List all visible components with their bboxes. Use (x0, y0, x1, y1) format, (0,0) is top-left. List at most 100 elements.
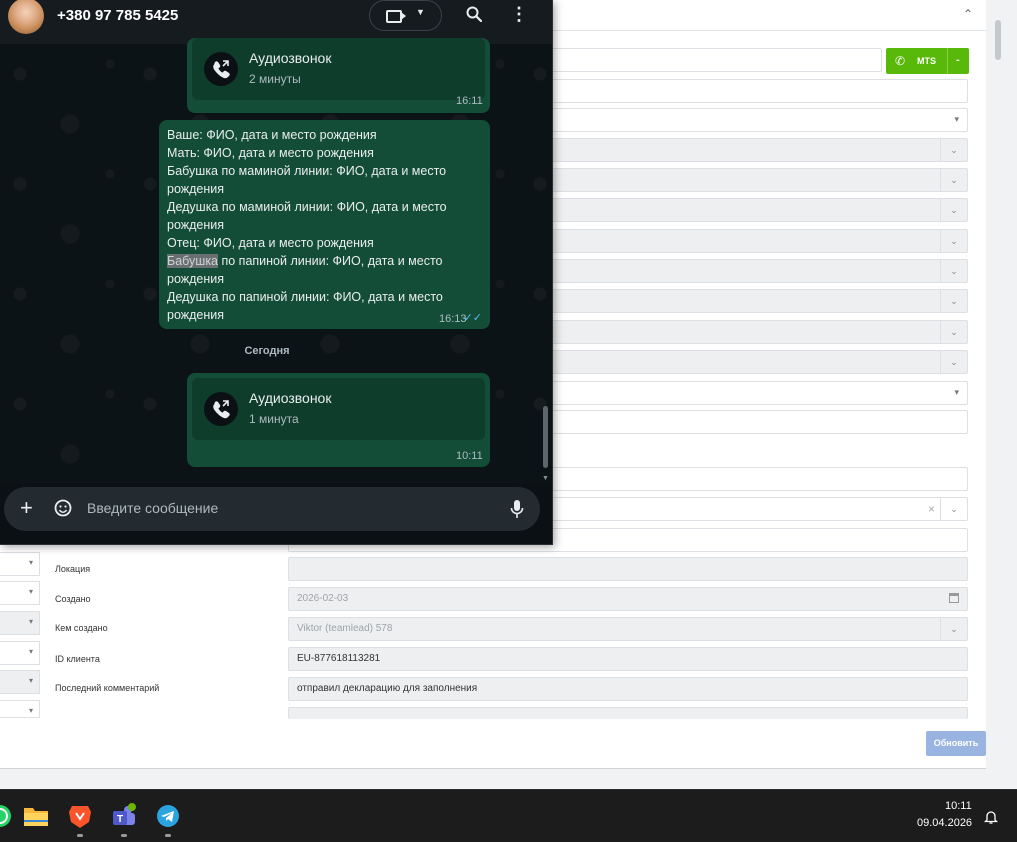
caret-down-icon: ▾ (28, 706, 33, 715)
caret-down-icon: ▾ (28, 587, 33, 596)
whatsapp-window: +380 97 785 5425 ▼ ⋮ Аудиозвонок 2 минут… (0, 0, 553, 545)
message-time: 16:11 (456, 95, 483, 107)
running-indicator (121, 834, 127, 837)
search-icon[interactable] (466, 6, 482, 22)
scroll-thumb[interactable] (995, 20, 1001, 60)
message-time: 10:11 (456, 450, 483, 462)
created-date-field[interactable]: 2026-02-03 (288, 587, 968, 611)
phone-call-icon (204, 392, 238, 426)
message-input[interactable]: Введите сообщение (87, 500, 218, 516)
video-call-icon (386, 10, 406, 23)
message-time: 16:13 (439, 313, 467, 325)
created-by-field[interactable]: Viktor (teamlead) 578 ⌄ (288, 617, 968, 641)
call-duration: 2 минуты (249, 72, 301, 86)
running-indicator (77, 834, 83, 837)
mic-icon[interactable] (510, 499, 524, 519)
update-button[interactable]: Обновить (926, 731, 986, 756)
chevron-down-icon: ⌄ (940, 351, 967, 373)
date-separator: Сегодня (244, 345, 290, 357)
caret-down-icon: ▾ (28, 647, 33, 656)
call-title: Аудиозвонок (249, 50, 332, 66)
message-line: Мать: ФИО, дата и место рождения (167, 146, 374, 160)
client-id-label: ID клиента (55, 654, 100, 664)
message-bubble[interactable]: Ваше: ФИО, дата и место рождения Мать: Ф… (159, 120, 490, 329)
message-line: Ваше: ФИО, дата и место рождения (167, 128, 377, 142)
location-label: Локация (55, 564, 91, 574)
left-select[interactable]: ▾ (0, 552, 40, 576)
whatsapp-icon[interactable] (0, 803, 13, 829)
read-receipt-icon: ✓✓ (463, 312, 482, 324)
clock-time[interactable]: 10:11 (945, 800, 972, 812)
left-select[interactable]: ▾ (0, 581, 40, 605)
call-duration: 1 минута (249, 412, 299, 426)
created-label: Создано (55, 594, 91, 604)
chevron-down-icon: ⌄ (940, 290, 967, 312)
plus-icon[interactable]: + (20, 497, 33, 519)
left-select[interactable]: ▾ (0, 670, 40, 694)
call-card[interactable]: Аудиозвонок 2 минуты (192, 38, 485, 100)
chevron-down-icon: ⌄ (940, 260, 967, 282)
chevron-down-icon: ⌄ (940, 169, 967, 191)
running-indicator (165, 834, 171, 837)
message-bubble[interactable]: Аудиозвонок 1 минута 10:11 (187, 373, 490, 467)
svg-text:T: T (117, 814, 123, 825)
chevron-up-icon[interactable]: ⌃ (960, 6, 976, 22)
message-line: Дедушка по папиной линии: ФИО, дата и ме… (167, 290, 443, 322)
message-line: Дедушка по маминой линии: ФИО, дата и ме… (167, 200, 447, 232)
message-line-highlighted: Бабушка по папиной линии: ФИО, дата и ме… (167, 252, 467, 288)
created-by-label: Кем создано (55, 623, 108, 633)
file-explorer-icon[interactable] (23, 803, 49, 829)
message-text: Ваше: ФИО, дата и место рождения Мать: Ф… (167, 126, 467, 324)
calendar-icon[interactable] (949, 593, 959, 603)
caret-down-icon: ▾ (28, 558, 33, 567)
scroll-thumb[interactable] (543, 406, 548, 468)
notification-bell-icon[interactable] (983, 809, 999, 825)
caret-down-icon: ▾ (28, 676, 33, 685)
avatar[interactable] (8, 0, 44, 34)
button-divider (947, 48, 948, 74)
client-id-field[interactable]: EU-877618113281 (288, 647, 968, 671)
call-dropdown-toggle[interactable]: - (956, 54, 960, 66)
caret-down-icon: ▾ (954, 387, 959, 397)
chevron-down-icon: ⌄ (940, 321, 967, 343)
taskbar: T 10:11 09.04.2026 (0, 789, 1017, 842)
page-scrollbar[interactable] (993, 0, 1003, 720)
location-field[interactable] (288, 557, 968, 581)
left-select[interactable]: ▾ (0, 700, 40, 718)
chat-area: Аудиозвонок 2 минуты 16:11 Ваше: ФИО, да… (0, 38, 552, 484)
phone-icon: ✆ (895, 54, 906, 68)
left-select[interactable]: ▾ (0, 611, 40, 635)
call-provider-label: MTS (917, 56, 936, 66)
message-line: Отец: ФИО, дата и место рождения (167, 236, 374, 250)
created-by-value: Viktor (teamlead) 578 (297, 623, 393, 634)
call-card[interactable]: Аудиозвонок 1 минута (192, 378, 485, 440)
message-bubble[interactable]: Аудиозвонок 2 минуты 16:11 (187, 38, 490, 113)
last-comment-field[interactable]: отправил декларацию для заполнения (288, 677, 968, 701)
video-call-button[interactable]: ▼ (369, 0, 442, 31)
chevron-down-icon: ⌄ (940, 230, 967, 252)
chevron-down-icon: ▼ (416, 7, 425, 17)
last-comment-label: Последний комментарий (55, 683, 160, 693)
call-button[interactable]: ✆ MTS - (886, 48, 969, 74)
brave-icon[interactable] (67, 803, 93, 829)
caret-down-icon: ▾ (28, 617, 33, 626)
chevron-down-icon: ⌄ (940, 618, 967, 640)
chevron-down-icon: ⌄ (940, 199, 967, 221)
client-id-value: EU-877618113281 (297, 653, 381, 664)
telegram-icon[interactable] (155, 803, 181, 829)
clear-icon[interactable]: × (928, 502, 935, 516)
cut-off-field (288, 707, 968, 719)
chevron-down-icon: ⌄ (940, 498, 967, 520)
left-select[interactable]: ▾ (0, 641, 40, 665)
menu-icon[interactable]: ⋮ (510, 5, 528, 24)
message-composer[interactable]: + Введите сообщение (4, 487, 540, 531)
created-date-value: 2026-02-03 (297, 593, 349, 604)
scroll-down-arrow-icon[interactable]: ▼ (542, 475, 549, 482)
teams-icon[interactable]: T (111, 803, 137, 829)
clock-date[interactable]: 09.04.2026 (917, 817, 972, 829)
contact-name[interactable]: +380 97 785 5425 (57, 7, 178, 24)
chat-scrollbar[interactable]: ▼ (541, 44, 549, 484)
caret-down-icon: ▾ (954, 114, 959, 124)
call-title: Аудиозвонок (249, 390, 332, 406)
sticker-icon[interactable] (54, 499, 72, 517)
